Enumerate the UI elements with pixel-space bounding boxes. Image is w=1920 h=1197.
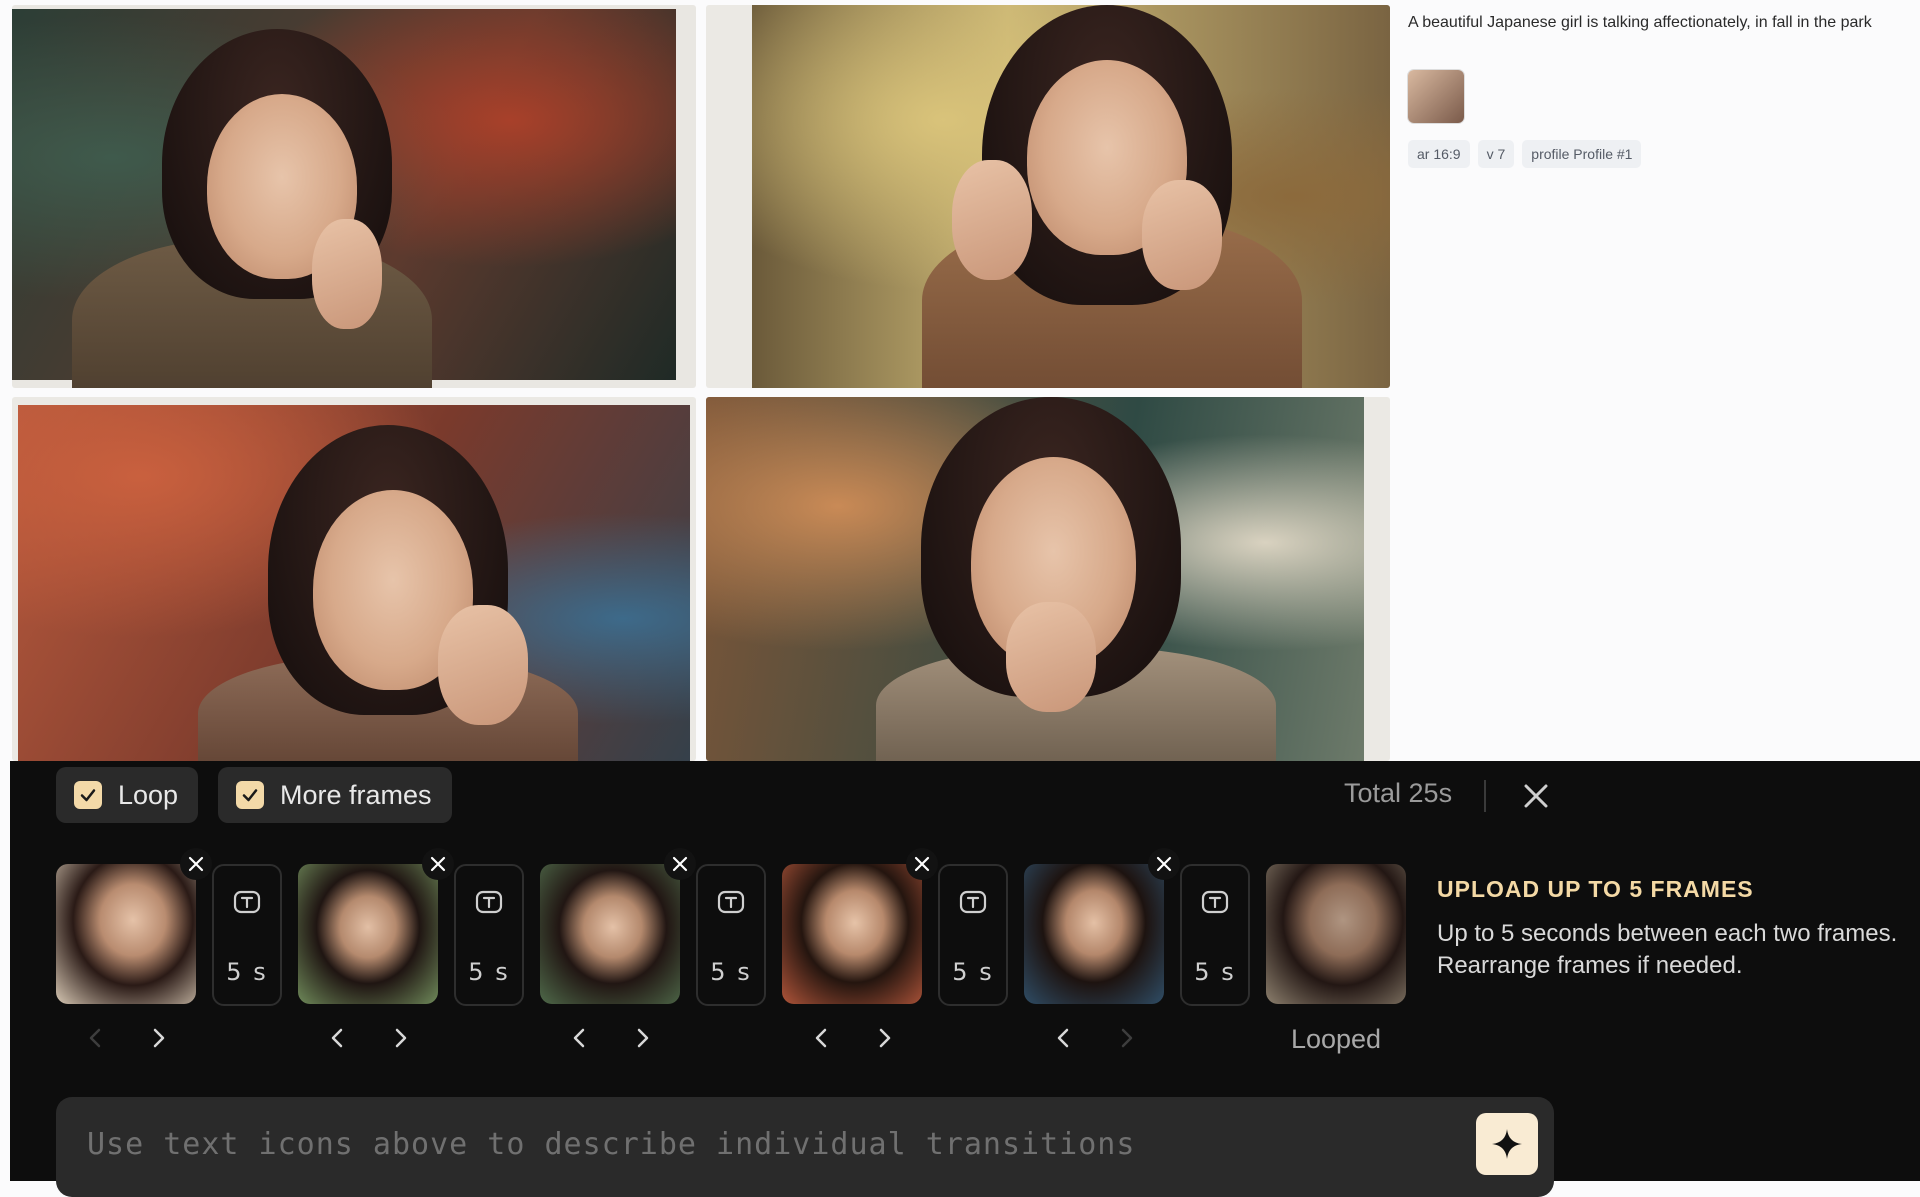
move-right-icon[interactable] [144,1024,172,1052]
remove-frame-button-4[interactable] [906,848,938,880]
remove-frame-button-3[interactable] [664,848,696,880]
upload-line-2: Rearrange frames if needed. [1437,952,1743,979]
parameter-chips: ar 16:9 v 7 profile Profile #1 [1408,140,1642,168]
looped-frame-thumbnail [1266,864,1406,1004]
move-right-icon[interactable] [386,1024,414,1052]
duration-label: 5 s [468,958,510,986]
frame-thumbnail-2[interactable] [298,864,438,1004]
upload-line-1: Up to 5 seconds between each two frames. [1437,920,1898,947]
frame-thumbnail-3[interactable] [540,864,680,1004]
looped-label: Looped [1290,1024,1382,1054]
generated-image-2[interactable] [706,5,1390,388]
close-icon [914,856,930,872]
upload-title: UPLOAD UP TO 5 FRAMES [1437,876,1754,902]
frame-thumbnail-5[interactable] [1024,864,1164,1004]
prompt-caption: A beautiful Japanese girl is talking aff… [1408,14,1872,31]
loop-toggle[interactable]: Loop [56,767,199,823]
close-icon [672,856,688,872]
text-transition-icon[interactable] [475,890,503,914]
more-frames-toggle[interactable]: More frames [218,767,452,823]
transition-duration-4[interactable]: 5 s [938,864,1008,1006]
frame-thumbnail-4[interactable] [782,864,922,1004]
move-left-icon [89,1028,101,1048]
chip-aspect-ratio[interactable]: ar 16:9 [1408,140,1470,168]
sparkle-icon [1492,1129,1522,1159]
transition-prompt-input[interactable]: Use text icons above to describe individ… [56,1097,1554,1197]
total-duration: Total 25s [1344,778,1453,808]
move-left-icon[interactable] [324,1024,352,1052]
text-transition-icon[interactable] [717,890,745,914]
move-left-icon[interactable] [1050,1024,1078,1052]
duration-label: 5 s [710,958,752,986]
duration-label: 5 s [226,958,268,986]
chip-profile[interactable]: profile Profile #1 [1522,140,1642,168]
loop-label: Loop [118,779,179,810]
move-left-icon[interactable] [808,1024,836,1052]
remove-frame-button-5[interactable] [1148,848,1180,880]
text-transition-icon[interactable] [233,890,261,914]
remove-frame-button-2[interactable] [422,848,454,880]
close-icon[interactable] [1520,780,1552,812]
prompt-placeholder: Use text icons above to describe individ… [87,1127,1136,1162]
close-icon [430,856,446,872]
text-transition-icon[interactable] [1201,890,1229,914]
transition-duration-2[interactable]: 5 s [454,864,524,1006]
close-icon [1156,856,1172,872]
generated-image-1[interactable] [12,5,696,388]
generated-image-3[interactable] [12,397,696,761]
generated-image-4[interactable] [706,397,1390,761]
move-right-icon[interactable] [870,1024,898,1052]
divider [1484,780,1486,812]
generate-button[interactable] [1476,1113,1538,1175]
check-icon [236,781,264,809]
more-frames-label: More frames [280,779,432,810]
text-transition-icon[interactable] [959,890,987,914]
frame-thumbnail-1[interactable] [56,864,196,1004]
transition-duration-1[interactable]: 5 s [212,864,282,1006]
chip-version[interactable]: v 7 [1477,140,1515,168]
close-icon [188,856,204,872]
reference-image-thumbnail[interactable] [1408,70,1464,123]
upload-description: Up to 5 seconds between each two frames.… [1437,918,1917,982]
transition-duration-5[interactable]: 5 s [1180,864,1250,1006]
move-right-icon[interactable] [628,1024,656,1052]
move-left-icon[interactable] [566,1024,594,1052]
duration-label: 5 s [1194,958,1236,986]
move-right-icon [1121,1028,1133,1048]
check-icon [74,781,102,809]
transition-duration-3[interactable]: 5 s [696,864,766,1006]
duration-label: 5 s [952,958,994,986]
remove-frame-button-1[interactable] [180,848,212,880]
